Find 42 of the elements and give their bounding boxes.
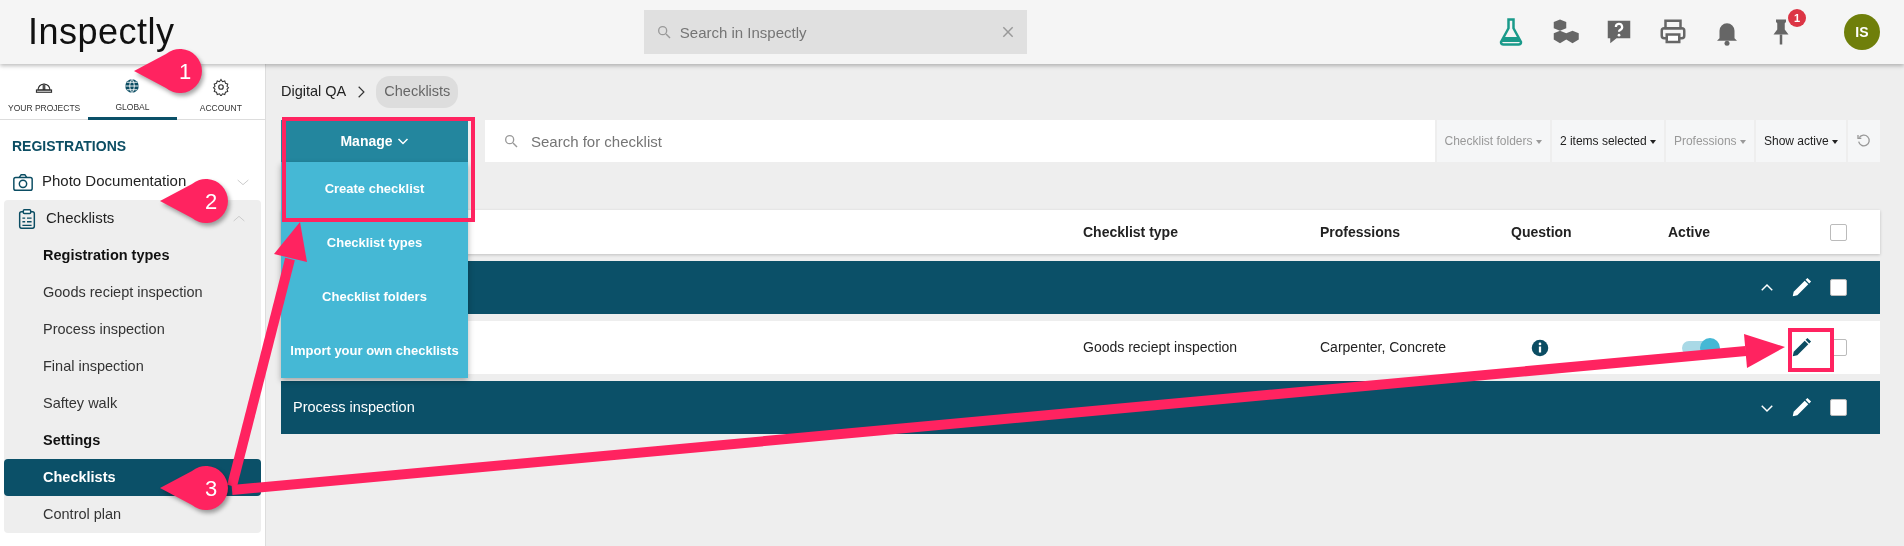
checkbox[interactable]: [1830, 279, 1847, 296]
menu-heading: Registration types: [42, 245, 171, 265]
sidebar-item[interactable]: Photo Documentation: [12, 170, 187, 193]
sidebar-subitem[interactable]: Saftey walk: [4, 385, 261, 422]
group-title: Process inspection: [293, 397, 416, 417]
manage-button[interactable]: Manage: [281, 120, 468, 162]
globe-icon: [123, 77, 142, 96]
table-cell-text: Carpenter, Concrete: [1320, 338, 1448, 357]
edit-icon[interactable]: [1790, 276, 1812, 299]
table-cell-text: Goods reciept inspection: [1083, 338, 1239, 357]
column-header: Question: [1511, 222, 1573, 242]
column-header: Professions: [1320, 222, 1402, 242]
column-header: Active: [1668, 222, 1712, 242]
checkbox[interactable]: [1830, 223, 1847, 241]
reset-icon[interactable]: [1856, 133, 1872, 149]
column-header: Checklist type: [1083, 222, 1179, 242]
checkbox[interactable]: [1830, 399, 1847, 416]
sidebar-item[interactable]: Checklists: [16, 207, 115, 230]
notification-badge: 1: [1788, 9, 1806, 27]
clipboard-icon: [16, 207, 38, 230]
search-icon: [655, 24, 672, 40]
filter-dropdown[interactable]: 2 items selected: [1551, 120, 1664, 162]
sidebar-tab[interactable]: YOUR PROJECTS: [0, 64, 89, 120]
sidebar-subitem[interactable]: Process inspection: [4, 311, 261, 348]
table-group-row[interactable]: Process inspection: [281, 381, 1880, 434]
breadcrumb-link[interactable]: Digital QA: [281, 81, 347, 103]
filter-dropdown[interactable]: Show active: [1755, 120, 1846, 162]
sidebar-subitem[interactable]: Final inspection: [4, 348, 261, 385]
edit-icon[interactable]: [1790, 396, 1812, 419]
menu-heading: Settings: [42, 430, 102, 450]
search-icon: [503, 133, 519, 149]
search-field[interactable]: Search for checklist: [485, 120, 1435, 162]
sidebar-subitem[interactable]: Goods reciept inspection: [4, 274, 261, 311]
section-heading: REGISTRATIONS: [11, 137, 128, 156]
search-field[interactable]: Search in Inspectly: [643, 10, 1027, 54]
info-icon[interactable]: [1531, 339, 1549, 358]
user-avatar[interactable]: IS: [1844, 14, 1880, 50]
edit-icon[interactable]: [1790, 336, 1812, 359]
breadcrumb-current: Checklists: [376, 76, 459, 108]
settings-icon: [211, 78, 230, 97]
highlight-frame: [1788, 328, 1834, 372]
sidebar-subitem[interactable]: Control plan: [4, 496, 261, 533]
